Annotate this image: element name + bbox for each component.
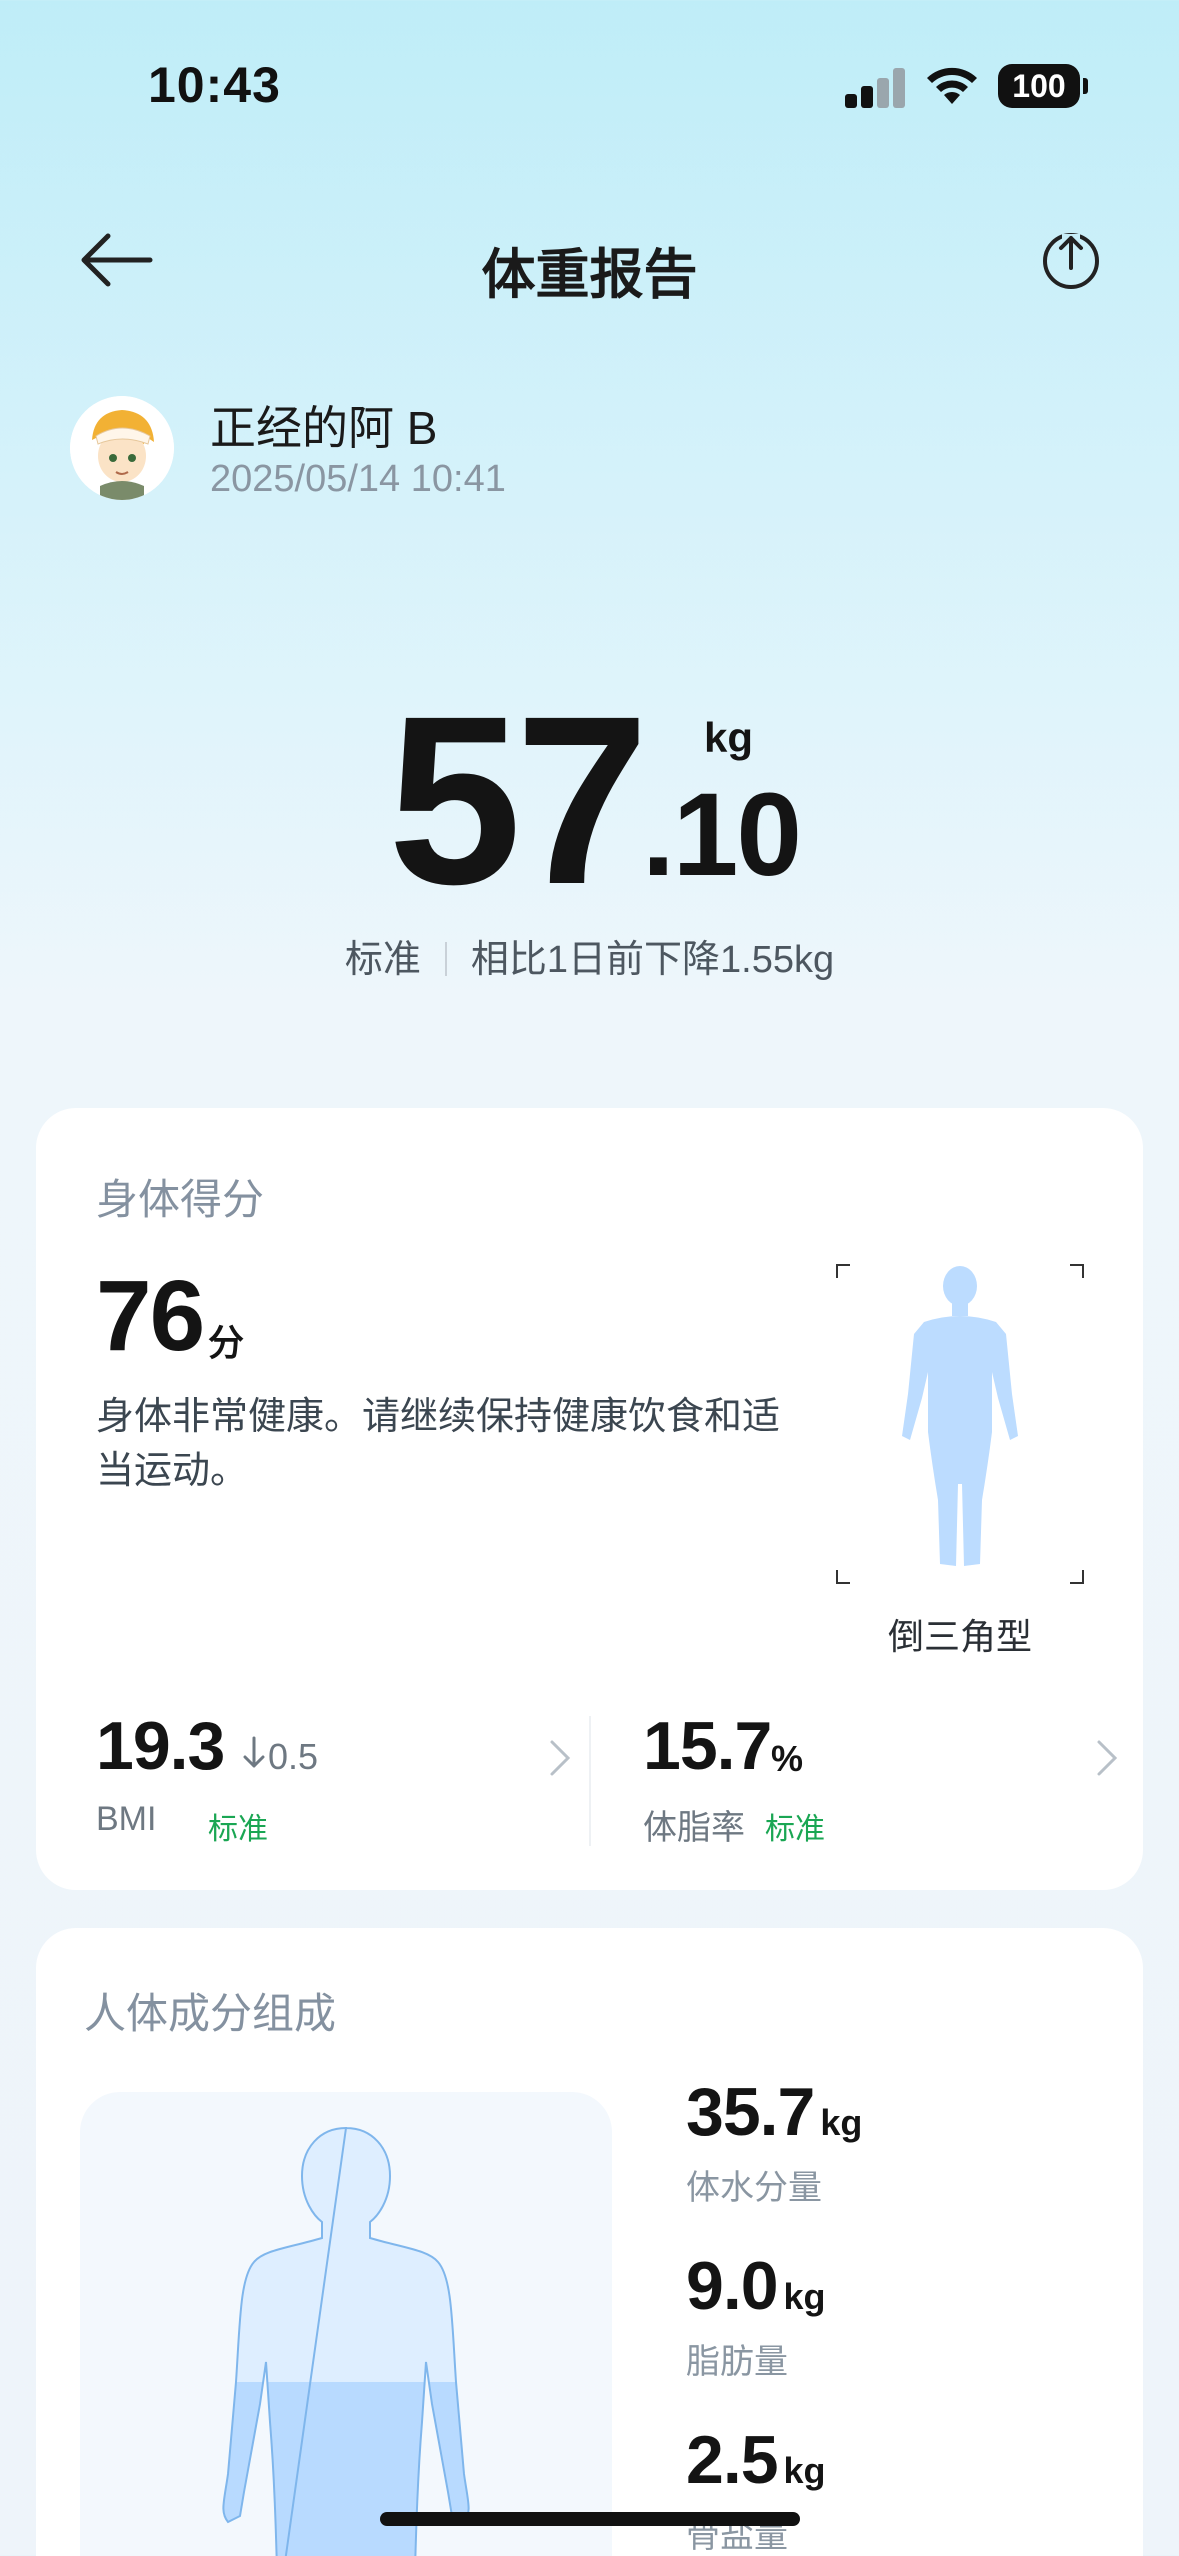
status-bar: 10:43 100 — [0, 0, 1179, 170]
composition-item-fat[interactable]: 9.0 kg 脂肪量 — [686, 2252, 826, 2383]
avatar[interactable] — [70, 396, 174, 500]
share-icon[interactable] — [1040, 230, 1102, 292]
body-figure-icon — [222, 2126, 470, 2556]
status-time: 10:43 — [148, 57, 281, 113]
water-unit: kg — [820, 2102, 863, 2143]
wifi-icon — [927, 67, 977, 104]
bone-value: 2.5 — [686, 2422, 779, 2498]
bmi-label: BMI — [96, 1800, 157, 1838]
measure-datetime: 2025/05/14 10:41 — [210, 458, 506, 500]
body-fat-label: 体脂率 — [643, 1809, 745, 1847]
body-score-card[interactable]: 身体得分 76 分 身体非常健康。请继续保持健康饮食和适当运动。 倒三角型 19… — [36, 1108, 1143, 1890]
bmi-value: 19.3 — [96, 1708, 225, 1784]
bone-unit: kg — [783, 2450, 826, 2491]
bmi-metric[interactable]: 19.3 0.5 BMI 标准 — [96, 1712, 596, 1862]
page-title: 体重报告 — [481, 245, 698, 305]
weight-change: 相比1日前下降1.55kg — [470, 939, 835, 981]
water-label: 体水分量 — [686, 2169, 822, 2207]
divider — [444, 942, 447, 976]
fat-value: 9.0 — [686, 2248, 779, 2324]
nav-header: 体重报告 — [0, 200, 1179, 320]
battery-icon: 100 — [998, 64, 1088, 108]
bmi-status: 标准 — [208, 1813, 268, 1846]
body-composition-figure — [80, 2092, 612, 2556]
score-value: 76 — [96, 1260, 205, 1372]
body-silhouette-icon — [902, 1266, 1018, 1566]
weight-integer: 57 — [388, 666, 649, 934]
arrow-down-icon — [243, 1736, 265, 1768]
chevron-right-icon — [1097, 1740, 1118, 1776]
fat-unit: kg — [783, 2276, 826, 2317]
avatar-image — [70, 396, 174, 500]
user-name: 正经的阿 B — [210, 402, 438, 454]
composition-item-water[interactable]: 35.7 kg 体水分量 — [686, 2078, 862, 2209]
water-value: 35.7 — [686, 2074, 815, 2150]
weight-unit: kg — [704, 714, 754, 761]
weight-summary: 标准 相比1日前下降1.55kg — [0, 928, 1179, 983]
card-title: 人体成分组成 — [84, 1990, 337, 2037]
score-unit: 分 — [208, 1322, 245, 1363]
body-composition-card[interactable]: 人体成分组成 35.7 kg 体水分量 9.0 kg 脂肪量 2.5 kg 骨盐量 — [36, 1928, 1143, 2556]
score-description: 身体非常健康。请继续保持健康饮食和适当运动。 — [96, 1396, 781, 1492]
body-fat-status: 标准 — [765, 1813, 825, 1846]
card-title: 身体得分 — [96, 1176, 265, 1223]
weight-status: 标准 — [344, 939, 421, 981]
body-silhouette-frame — [836, 1264, 1084, 1584]
bmi-delta: 0.5 — [268, 1736, 319, 1777]
home-indicator[interactable] — [380, 2512, 800, 2526]
body-fat-metric[interactable]: 15.7 % 体脂率 标准 — [643, 1712, 1143, 1862]
divider — [589, 1716, 591, 1846]
body-type-label: 倒三角型 — [887, 1616, 1032, 1657]
fat-label: 脂肪量 — [686, 2343, 788, 2381]
body-fat-unit: % — [771, 1738, 804, 1779]
body-fat-value: 15.7 — [643, 1708, 772, 1784]
weight-decimal: .10 — [642, 769, 802, 901]
chevron-right-icon — [550, 1740, 571, 1776]
composition-item-bone[interactable]: 2.5 kg 骨盐量 — [686, 2426, 826, 2556]
battery-level: 100 — [1012, 67, 1066, 104]
cellular-signal-icon — [845, 66, 905, 108]
